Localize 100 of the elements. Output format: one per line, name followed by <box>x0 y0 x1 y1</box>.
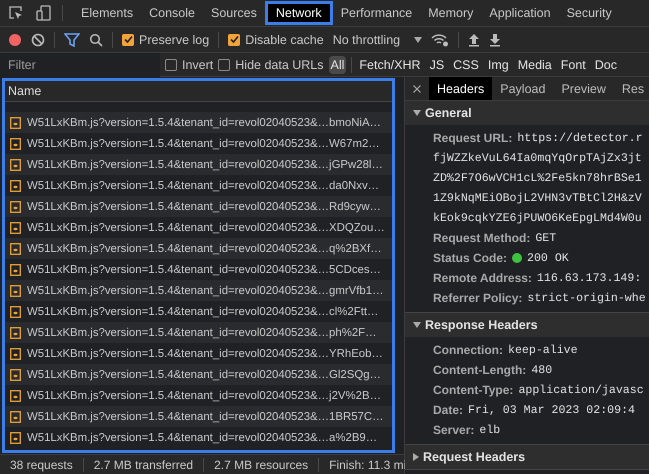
section-title: General <box>425 106 472 120</box>
header-value: keep-alive <box>508 344 578 356</box>
header-value: kEok9cqkYZE6jPUWO6KeEpgLMd4W0u <box>433 212 642 224</box>
type-filter-button[interactable]: Font <box>558 56 588 74</box>
panel-tab[interactable]: Elements <box>73 1 142 25</box>
request-name[interactable]: W51LxKBm.js?version=1.5.4&tenant_id=revol02040523&…5CDces… <box>27 264 381 276</box>
inspect-icon[interactable] <box>8 5 24 21</box>
checkbox[interactable]: Hide data URLs <box>218 58 324 72</box>
header-value: 200 OK <box>527 252 569 264</box>
request-name[interactable]: W51LxKBm.js?version=1.5.4&tenant_id=revol02040523&…da0Nxv… <box>27 180 380 192</box>
header-key: Content-Type: <box>433 383 514 397</box>
header-value: ZD%2F7O6wVCH1cL%2Fe5kn78hrBSe1 <box>433 172 642 184</box>
section-title: Request Headers <box>423 450 526 464</box>
clear-icon[interactable] <box>31 32 45 46</box>
request-name[interactable]: W51LxKBm.js?version=1.5.4&tenant_id=revol02040523&…XDQZou… <box>27 222 385 234</box>
device-icon[interactable] <box>36 5 52 21</box>
header-key: Remote Address: <box>433 271 532 285</box>
status-text: 2.7 MB transferred <box>84 458 204 472</box>
checkbox[interactable]: Invert <box>165 58 214 72</box>
filter-icon[interactable] <box>64 32 80 46</box>
script-file-icon <box>10 222 21 234</box>
panel-tab[interactable]: Sources <box>202 1 265 25</box>
script-file-icon <box>10 264 21 276</box>
header-value: elb <box>479 424 500 436</box>
type-filter-button[interactable]: Img <box>486 56 511 74</box>
throttling-dropdown[interactable]: No throttling <box>332 32 422 46</box>
type-filter-button[interactable]: Doc <box>592 56 619 74</box>
request-name[interactable]: W51LxKBm.js?version=1.5.4&tenant_id=revol02040523&…YRhEob… <box>27 348 383 360</box>
panel-tab[interactable]: Console <box>141 1 203 25</box>
detail-tab[interactable]: Headers <box>429 77 492 100</box>
caret-right-icon <box>413 453 419 461</box>
header-value: 480 <box>531 364 552 376</box>
check-icon <box>124 35 132 44</box>
checkbox[interactable]: Preserve log <box>122 32 210 46</box>
type-filter-button[interactable]: All <box>328 56 346 74</box>
script-file-icon <box>10 284 21 296</box>
script-file-icon <box>10 368 21 380</box>
script-file-icon <box>10 348 21 360</box>
script-file-icon <box>10 158 21 170</box>
script-file-icon <box>10 116 21 128</box>
request-name[interactable]: W51LxKBm.js?version=1.5.4&tenant_id=revol02040523&…W67m2… <box>27 138 380 150</box>
script-file-icon <box>10 410 21 422</box>
check-icon <box>230 35 239 44</box>
type-filter-button[interactable]: CSS <box>451 56 481 74</box>
panel-tab[interactable]: Memory <box>420 1 482 25</box>
column-header[interactable]: Name <box>5 81 392 102</box>
status-dot-icon <box>512 253 522 263</box>
section-header[interactable]: General <box>405 101 649 125</box>
header-value: 116.63.173.149: <box>536 272 642 284</box>
header-key: Request Method: <box>433 231 530 245</box>
header-key: Connection: <box>433 343 503 357</box>
upload-icon[interactable] <box>468 32 480 46</box>
section-header[interactable]: Request Headers <box>405 445 649 469</box>
caret-down-icon <box>413 322 421 328</box>
request-name[interactable]: W51LxKBm.js?version=1.5.4&tenant_id=revol02040523&…j2V%2B… <box>27 390 381 402</box>
header-value: GET <box>535 232 556 244</box>
header-key: Referrer Policy: <box>433 291 522 305</box>
request-name[interactable]: W51LxKBm.js?version=1.5.4&tenant_id=revol02040523&…cl%2Ftt… <box>27 306 378 318</box>
checkbox[interactable]: Disable cache <box>228 32 324 46</box>
script-file-icon <box>10 390 21 402</box>
search-icon[interactable] <box>89 32 103 46</box>
section-header[interactable]: Response Headers <box>405 313 649 337</box>
caret-down-icon <box>413 110 421 116</box>
status-text: 2.7 MB resources <box>204 458 320 472</box>
detail-tab[interactable]: Payload <box>492 77 554 100</box>
header-key: Content-Length: <box>433 363 526 377</box>
section-title: Response Headers <box>425 318 538 332</box>
panel-tab[interactable]: Performance <box>332 1 420 25</box>
filter-field[interactable]: Filter <box>0 52 160 76</box>
record-icon[interactable] <box>8 32 22 46</box>
type-filter-button[interactable]: Media <box>516 56 554 74</box>
header-key: Request URL: <box>433 131 512 145</box>
panel-tab[interactable]: Network <box>264 1 333 25</box>
script-file-icon <box>10 326 21 338</box>
caret-icon <box>414 36 422 42</box>
script-file-icon <box>10 200 21 212</box>
network-conditions-icon[interactable] <box>431 32 450 46</box>
header-value: https://detector.r <box>517 132 643 144</box>
download-icon[interactable] <box>489 32 502 46</box>
script-file-icon <box>10 432 21 444</box>
header-key: Status Code: <box>433 251 508 265</box>
type-filter-button[interactable]: JS <box>428 56 446 74</box>
header-value: strict-origin-whe <box>527 292 646 304</box>
header-value: fjWZZkeVuL64Ia0mqYqOrpTAjZx3jt <box>433 152 642 164</box>
script-file-icon <box>10 138 21 150</box>
script-file-icon <box>10 180 21 192</box>
script-file-icon <box>10 306 21 318</box>
detail-tab[interactable]: Res <box>614 77 649 100</box>
close-icon[interactable] <box>413 84 421 92</box>
status-text: 38 requests <box>0 458 84 472</box>
detail-tab[interactable]: Preview <box>553 77 614 100</box>
type-filter-button[interactable]: Fetch/XHR <box>357 56 423 74</box>
request-name[interactable]: W51LxKBm.js?version=1.5.4&tenant_id=revol02040523&…a%2B9… <box>27 432 378 444</box>
panel-tab[interactable]: Application <box>481 1 559 25</box>
header-value: application/javasc <box>518 384 644 396</box>
header-key: Date: <box>433 403 464 417</box>
script-file-icon <box>10 242 21 254</box>
header-key: Server: <box>433 423 474 437</box>
panel-tab[interactable]: Security <box>558 1 620 25</box>
header-value: Fri, 03 Mar 2023 02:09:4 <box>468 404 635 416</box>
